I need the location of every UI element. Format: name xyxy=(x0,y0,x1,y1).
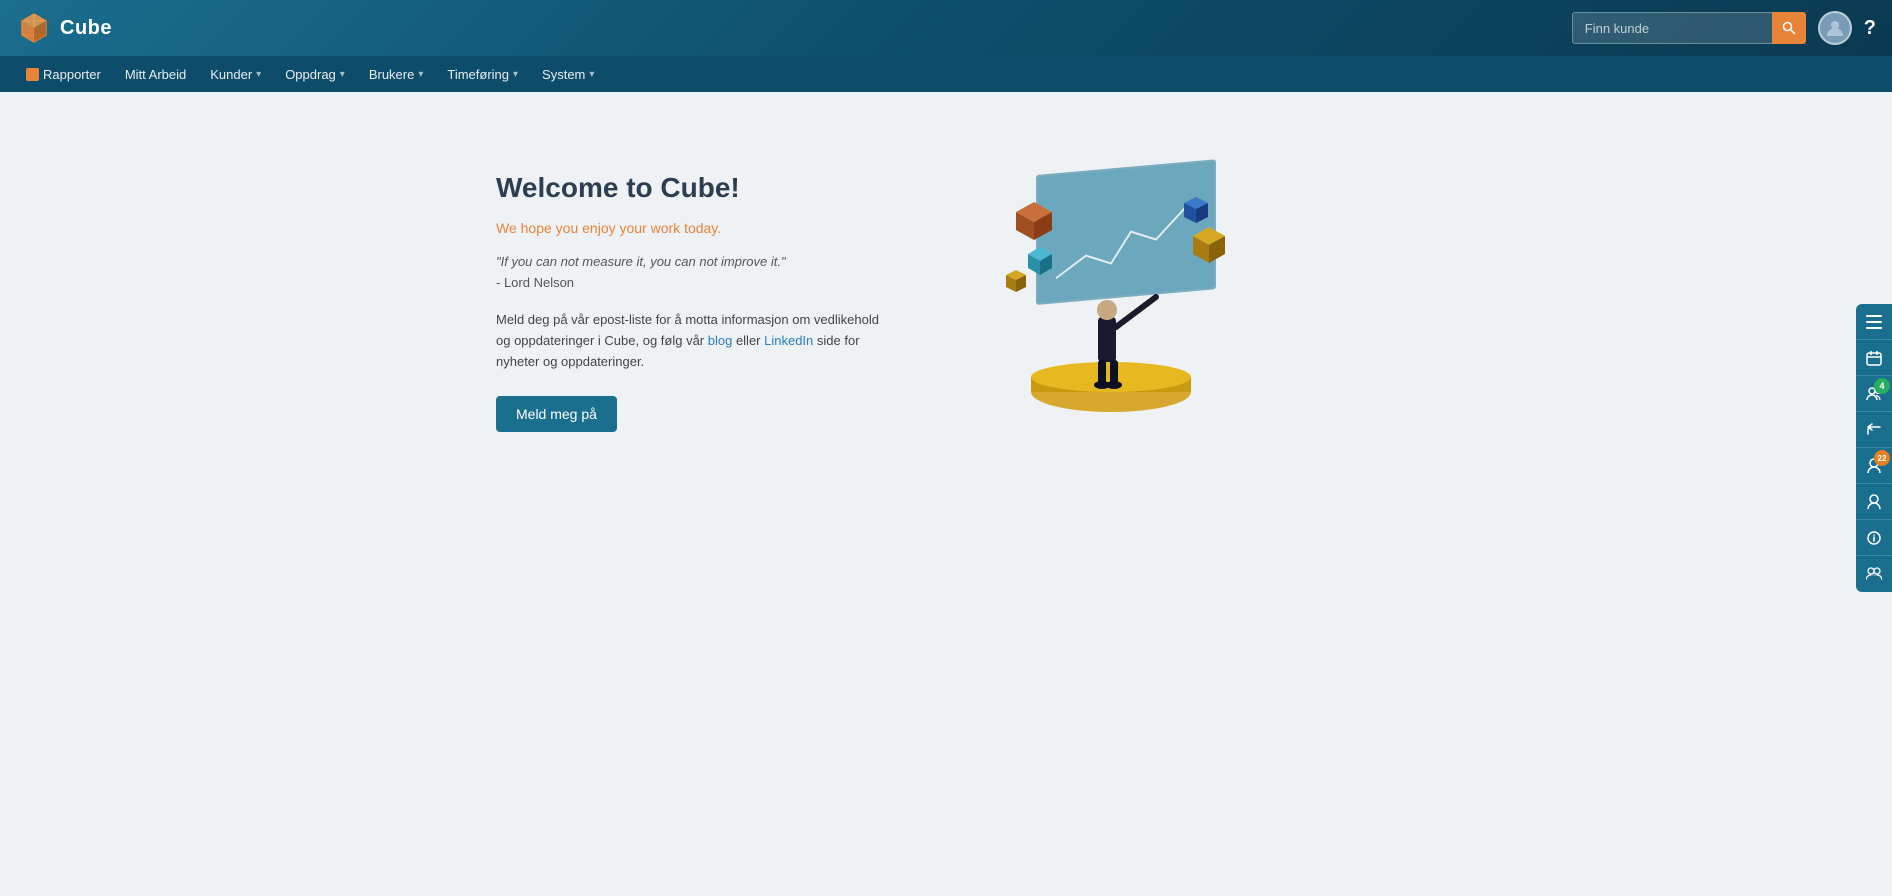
top-navbar: Cube ? xyxy=(0,0,1892,56)
nav-item-mitt-arbeid[interactable]: Mitt Arbeid xyxy=(115,61,196,88)
brukere-chevron: ▾ xyxy=(418,69,423,80)
nav-label-brukere: Brukere xyxy=(369,67,415,82)
sidebar-person-badge-button[interactable]: 22 xyxy=(1856,448,1892,484)
nav-item-brukere[interactable]: Brukere ▾ xyxy=(359,61,434,88)
nav-item-system[interactable]: System ▾ xyxy=(532,61,604,88)
person-badge: 22 xyxy=(1874,450,1890,466)
welcome-quote: "If you can not measure it, you can not … xyxy=(496,252,896,272)
timeforing-chevron: ▾ xyxy=(513,69,518,80)
welcome-subtitle: We hope you enjoy your work today. xyxy=(496,220,896,236)
sidebar-profile-button[interactable] xyxy=(1856,484,1892,520)
nav-label-oppdrag: Oppdrag xyxy=(285,67,336,82)
rapporter-icon xyxy=(26,68,39,81)
linkedin-link[interactable]: LinkedIn xyxy=(764,333,813,348)
welcome-section: Welcome to Cube! We hope you enjoy your … xyxy=(496,152,1396,452)
sidebar-menu-button[interactable] xyxy=(1856,304,1892,340)
sidebar-users-button[interactable]: 4 xyxy=(1856,376,1892,412)
nav-item-timeforing[interactable]: Timeføring ▾ xyxy=(437,61,528,88)
sidebar-calendar-button[interactable] xyxy=(1856,340,1892,376)
system-chevron: ▾ xyxy=(589,69,594,80)
search-input[interactable] xyxy=(1572,12,1772,44)
oppdrag-chevron: ▾ xyxy=(340,69,345,80)
welcome-text: Welcome to Cube! We hope you enjoy your … xyxy=(496,172,896,433)
nav-item-rapporter[interactable]: Rapporter xyxy=(16,61,111,88)
right-sidebar: 4 22 xyxy=(1856,304,1892,592)
welcome-description: Meld deg på vår epost-liste for å motta … xyxy=(496,310,896,372)
desc-part2: eller xyxy=(732,333,764,348)
help-button[interactable]: ? xyxy=(1864,17,1876,40)
nav-item-oppdrag[interactable]: Oppdrag ▾ xyxy=(275,61,355,88)
avatar-button[interactable] xyxy=(1818,11,1852,45)
sidebar-return-button[interactable] xyxy=(1856,412,1892,448)
menu-icon xyxy=(1866,315,1882,329)
welcome-illustration xyxy=(956,152,1276,452)
main-content: Welcome to Cube! We hope you enjoy your … xyxy=(0,92,1892,896)
users-badge: 4 xyxy=(1874,378,1890,394)
calendar-icon xyxy=(1866,350,1882,366)
group-icon xyxy=(1866,567,1882,581)
cube-logo-icon xyxy=(16,10,52,46)
nav-label-system: System xyxy=(542,67,585,82)
brand-section: Cube xyxy=(16,10,112,46)
welcome-title: Welcome to Cube! xyxy=(496,172,896,204)
brand-name: Cube xyxy=(60,17,112,40)
nav-label-mitt-arbeid: Mitt Arbeid xyxy=(125,67,186,82)
return-icon xyxy=(1866,422,1882,438)
kunder-chevron: ▾ xyxy=(256,69,261,80)
secondary-navbar: Rapporter Mitt Arbeid Kunder ▾ Oppdrag ▾… xyxy=(0,56,1892,92)
info-icon xyxy=(1867,531,1881,545)
search-button[interactable] xyxy=(1772,12,1806,44)
quote-author: - Lord Nelson xyxy=(496,275,896,290)
nav-item-kunder[interactable]: Kunder ▾ xyxy=(200,61,271,88)
sidebar-group-button[interactable] xyxy=(1856,556,1892,592)
search-container xyxy=(1572,12,1806,44)
sidebar-info-button[interactable] xyxy=(1856,520,1892,556)
nav-label-timeforing: Timeføring xyxy=(447,67,509,82)
search-icon xyxy=(1782,21,1796,35)
illustration-svg xyxy=(956,152,1276,452)
blog-link[interactable]: blog xyxy=(708,333,733,348)
nav-label-rapporter: Rapporter xyxy=(43,67,101,82)
nav-label-kunder: Kunder xyxy=(210,67,252,82)
signup-button[interactable]: Meld meg på xyxy=(496,396,617,432)
profile-icon xyxy=(1867,494,1881,510)
navbar-right-section: ? xyxy=(1572,11,1876,45)
avatar-icon xyxy=(1824,17,1846,39)
